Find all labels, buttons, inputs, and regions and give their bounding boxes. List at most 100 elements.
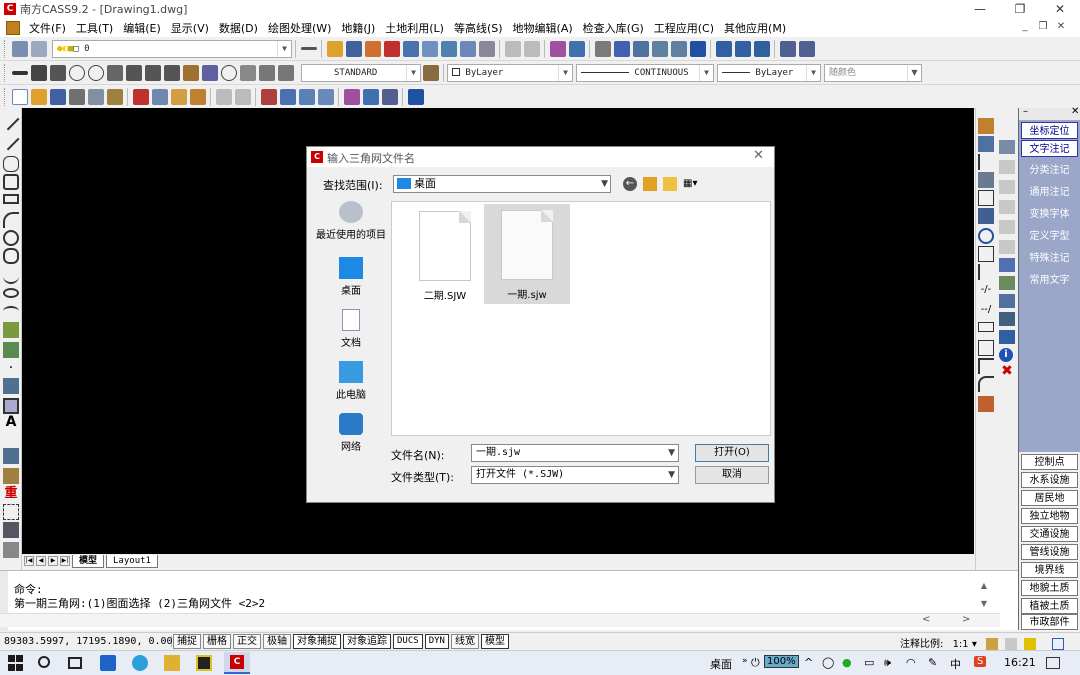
cut-icon[interactable]	[132, 88, 149, 105]
stretch-icon[interactable]	[978, 264, 994, 280]
redo-icon[interactable]	[523, 40, 540, 57]
panel-btn-category-note[interactable]: 分类注记	[1021, 162, 1078, 179]
battery-indicator[interactable]: 100%	[764, 655, 799, 668]
toggle-ortho[interactable]: 正交	[233, 634, 261, 649]
circle-icon[interactable]	[3, 230, 19, 246]
panel-btn-pipeline[interactable]: 管线设施	[1021, 544, 1078, 560]
measure-icon[interactable]	[3, 522, 19, 538]
hatch-icon[interactable]	[3, 378, 19, 394]
redo2-icon[interactable]	[234, 88, 251, 105]
misc-tool2-icon[interactable]	[798, 40, 815, 57]
break-icon[interactable]	[978, 322, 994, 332]
delete-icon[interactable]: ✖	[999, 364, 1015, 378]
menu-contour[interactable]: 等高线(S)	[449, 20, 508, 36]
dim-style-icon[interactable]	[277, 64, 294, 81]
arc-icon[interactable]	[3, 212, 19, 228]
menu-engineering[interactable]: 工程应用(C)	[649, 20, 719, 36]
dim-aligned-icon[interactable]	[30, 64, 47, 81]
dim-diameter-icon[interactable]	[87, 64, 104, 81]
menu-feature-edit[interactable]: 地物编辑(A)	[508, 20, 578, 36]
offset-icon[interactable]	[978, 172, 994, 188]
file-item[interactable]: 二期.SJW	[402, 205, 488, 305]
panel-btn-boundary[interactable]: 境界线	[1021, 562, 1078, 578]
toggle-otrack[interactable]: 对象追踪	[343, 634, 391, 649]
survey-move-icon[interactable]	[999, 294, 1015, 308]
layer-combo[interactable]: ●◐■□ 0 ▼	[52, 39, 292, 58]
panel-btn-municipal[interactable]: 市政部件	[1021, 614, 1078, 630]
menu-edit[interactable]: 编辑(E)	[118, 20, 166, 36]
zoom-previous-icon[interactable]	[478, 40, 495, 57]
dim-space-icon[interactable]	[163, 64, 180, 81]
save2-icon[interactable]	[49, 88, 66, 105]
open-icon[interactable]	[326, 40, 343, 57]
layer-manager-icon[interactable]	[11, 40, 28, 57]
panel-btn-vegetation[interactable]: 植被土质	[1021, 598, 1078, 614]
survey-layer-icon[interactable]	[999, 140, 1015, 154]
polygon-icon[interactable]	[3, 174, 19, 190]
undo-icon[interactable]	[504, 40, 521, 57]
tolerance-icon[interactable]	[201, 64, 218, 81]
scroll-left-icon[interactable]: <	[922, 614, 930, 625]
undo2-icon[interactable]	[215, 88, 232, 105]
plotstyle-combo[interactable]: 随颜色 ▼	[824, 63, 922, 82]
app-icon[interactable]	[196, 655, 212, 671]
zoom-realtime-icon[interactable]	[402, 40, 419, 57]
layout-next-button[interactable]: ▶	[48, 556, 58, 566]
tab-model[interactable]: 模型	[72, 554, 105, 568]
pan-icon[interactable]	[440, 40, 457, 57]
text-icon[interactable]: A	[3, 414, 19, 430]
zoom2-icon[interactable]	[279, 88, 296, 105]
text-style-combo[interactable]: STANDARD ▼	[301, 63, 421, 82]
scale-icon[interactable]	[978, 246, 994, 262]
rectangle-icon[interactable]	[3, 194, 19, 204]
polyline-icon[interactable]	[3, 156, 19, 172]
match-icon[interactable]	[383, 40, 400, 57]
design-center-icon[interactable]	[568, 40, 585, 57]
survey-tool2-icon[interactable]	[3, 468, 19, 484]
back-icon[interactable]: ←	[623, 177, 637, 191]
pencil-icon[interactable]	[364, 40, 381, 57]
layer-tool3-icon[interactable]	[753, 40, 770, 57]
dim-baseline-icon[interactable]	[125, 64, 142, 81]
menu-land-use[interactable]: 土地利用(L)	[380, 20, 449, 36]
survey-table-icon[interactable]	[999, 330, 1015, 344]
erase-icon[interactable]	[978, 118, 994, 134]
trim-object-icon[interactable]: -/-	[978, 284, 994, 300]
cancel-button[interactable]: 取消	[695, 466, 769, 484]
restore-icon[interactable]: ❐	[1000, 0, 1040, 18]
panel-minimize-icon[interactable]: –	[1023, 106, 1028, 117]
file-list[interactable]: 二期.SJW 一期.sjw	[391, 201, 771, 436]
properties-icon[interactable]	[549, 40, 566, 57]
mdi-minimize-icon[interactable]: _	[1018, 20, 1032, 34]
copy-object-icon[interactable]	[978, 136, 994, 152]
notification-icon[interactable]	[1046, 657, 1060, 669]
filetype-select[interactable]: 打开文件 (*.SJW) ▼	[471, 466, 679, 484]
new-folder-icon[interactable]	[663, 177, 677, 191]
panel-btn-general-note[interactable]: 通用注记	[1021, 184, 1078, 201]
panel-btn-define-font[interactable]: 定义字型	[1021, 228, 1078, 245]
mdi-restore-icon[interactable]: ❐	[1036, 20, 1050, 34]
misc-tool-icon[interactable]	[779, 40, 796, 57]
clean-screen-icon[interactable]	[1051, 638, 1064, 650]
panel-btn-traffic[interactable]: 交通设施	[1021, 526, 1078, 542]
tray-app-icon[interactable]: ●	[842, 656, 852, 669]
annotation-icon[interactable]	[986, 638, 999, 650]
print-icon[interactable]	[68, 88, 85, 105]
copy-icon[interactable]	[632, 40, 649, 57]
pan2-icon[interactable]	[260, 88, 277, 105]
place-recent[interactable]: 最近使用的项目	[313, 201, 389, 241]
look-in-select[interactable]: 桌面 ▼	[393, 175, 611, 193]
center-mark-icon[interactable]	[220, 64, 237, 81]
panel-btn-special-note[interactable]: 特殊注记	[1021, 250, 1078, 267]
search-icon[interactable]	[38, 656, 50, 668]
mail-icon[interactable]	[100, 655, 116, 671]
menu-file[interactable]: 文件(F)	[24, 20, 71, 36]
info-icon[interactable]: i	[999, 348, 1013, 362]
select-icon[interactable]	[3, 504, 19, 520]
menu-other[interactable]: 其他应用(M)	[719, 20, 791, 36]
move-object-icon[interactable]	[978, 208, 994, 224]
mirror-icon[interactable]	[978, 154, 994, 170]
dim-edit-icon[interactable]	[258, 64, 275, 81]
lines-icon[interactable]	[300, 47, 317, 50]
join-icon[interactable]	[978, 340, 994, 356]
